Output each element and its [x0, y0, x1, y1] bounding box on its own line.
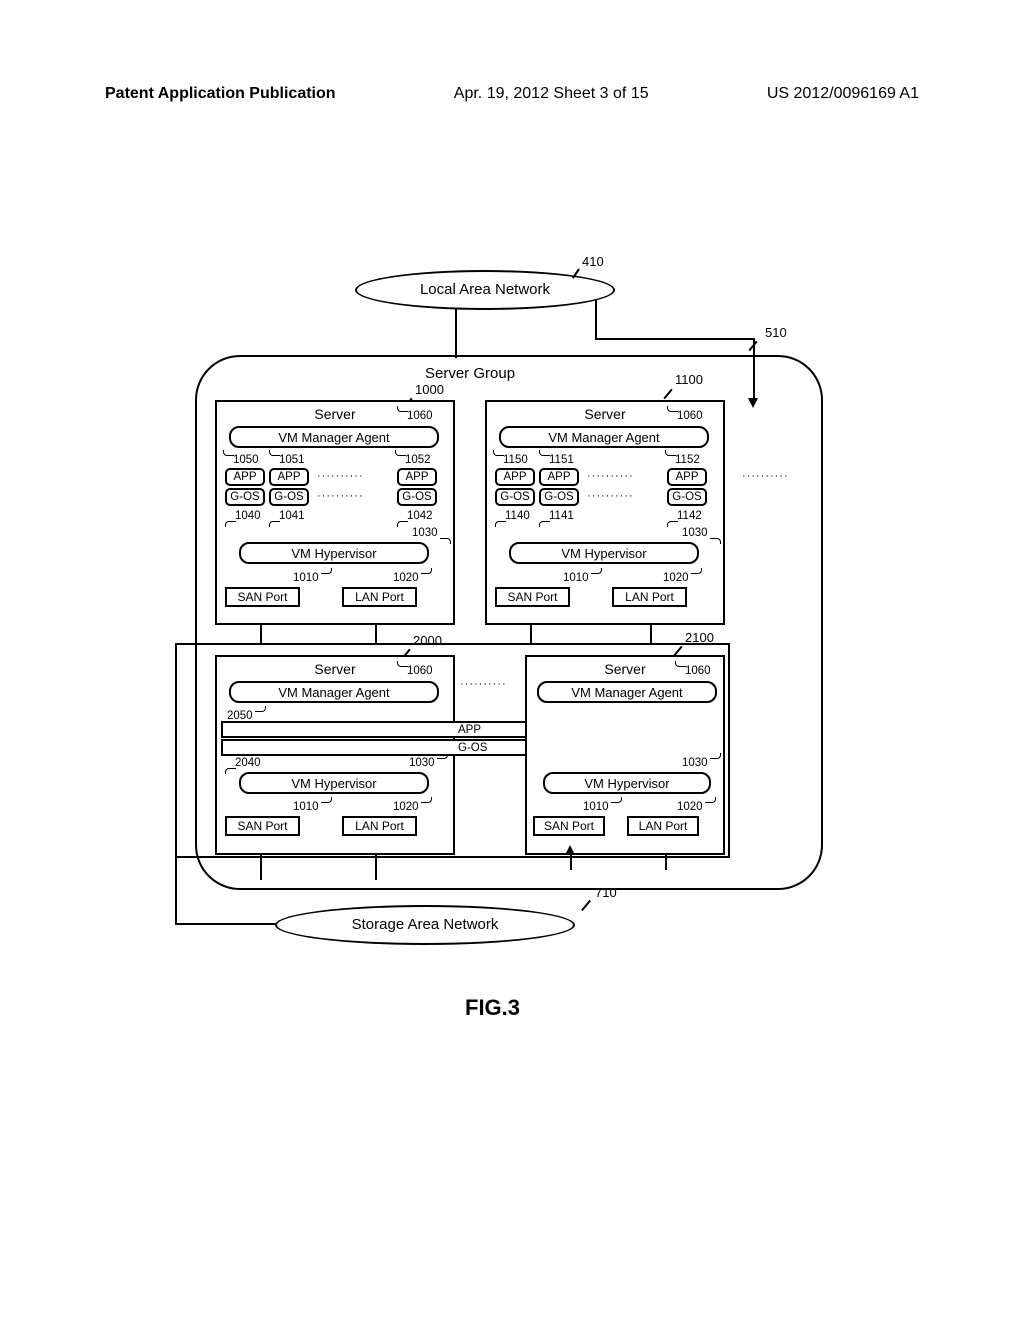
ref-2000: 2000 — [413, 633, 442, 648]
conn-lan-left — [455, 308, 457, 358]
ref-1100: 1100 — [675, 372, 703, 387]
dots-mid: ·········· — [460, 678, 507, 690]
ref-1020-d: 1020 — [677, 801, 703, 813]
ref-1020-b: 1020 — [663, 572, 689, 584]
ref-1052: 1052 — [405, 454, 431, 466]
ref-1051: 1051 — [279, 454, 305, 466]
vm-hyp-1000: VM Hypervisor — [239, 542, 429, 564]
gos-1042: G-OS — [397, 488, 437, 506]
lan-port-2000: LAN Port — [342, 816, 417, 836]
ref-1010-a: 1010 — [293, 572, 319, 584]
ref-1042: 1042 — [407, 510, 433, 522]
ref-1142: 1142 — [677, 510, 702, 522]
app-1050: APP — [225, 468, 265, 486]
ref-1000: 1000 — [415, 382, 444, 397]
san-port-1100: SAN Port — [495, 587, 570, 607]
ref-1020-a: 1020 — [393, 572, 419, 584]
vm-agent-1100: VM Manager Agent — [499, 426, 709, 448]
app-1152: APP — [667, 468, 707, 486]
server-1000: Server 1060 VM Manager Agent 1050 1051 1… — [215, 400, 455, 625]
san-oval: Storage Area Network — [275, 905, 575, 945]
conn-lan-right — [595, 300, 597, 340]
ref-1030-d: 1030 — [682, 757, 708, 769]
ref-1151: 1151 — [549, 454, 574, 466]
lan-port-1100: LAN Port — [612, 587, 687, 607]
ref-2100: 2100 — [685, 630, 714, 645]
dots-gos-a: ·········· — [317, 490, 364, 502]
ref-1060-a: 1060 — [407, 410, 433, 422]
ref-1030-b: 1030 — [682, 527, 708, 539]
dots-app-a: ·········· — [317, 470, 364, 482]
ref-410: 410 — [582, 254, 604, 269]
ref-1150: 1150 — [503, 454, 528, 466]
gos-1040: G-OS — [225, 488, 265, 506]
conn-lan-1100-v — [650, 625, 652, 645]
ref-1040: 1040 — [235, 510, 261, 522]
vm-agent-1000: VM Manager Agent — [229, 426, 439, 448]
ref-1050: 1050 — [233, 454, 259, 466]
san-label: Storage Area Network — [352, 916, 499, 933]
ref-1030-c: 1030 — [409, 757, 435, 769]
lan-port-1000: LAN Port — [342, 587, 417, 607]
ref-1060-b: 1060 — [677, 410, 703, 422]
conn-2100-san-a — [570, 855, 572, 870]
vm-hyp-2000: VM Hypervisor — [239, 772, 429, 794]
ref-1140: 1140 — [505, 510, 530, 522]
san-port-1000: SAN Port — [225, 587, 300, 607]
gos-1140: G-OS — [495, 488, 535, 506]
lan-label: Local Area Network — [420, 281, 550, 298]
vm-hyp-2100: VM Hypervisor — [543, 772, 711, 794]
san-port-2100: SAN Port — [533, 816, 605, 836]
gos-1141: G-OS — [539, 488, 579, 506]
conn-san-1000-v — [260, 625, 262, 645]
figure-label: FIG.3 — [465, 995, 520, 1021]
ref-1010-c: 1010 — [293, 801, 319, 813]
conn-san-1100-v — [530, 625, 532, 645]
ref-1141: 1141 — [549, 510, 574, 522]
app-1150: APP — [495, 468, 535, 486]
lan-oval: Local Area Network — [355, 270, 615, 310]
leader-710 — [581, 900, 591, 911]
vm-agent-2000: VM Manager Agent — [229, 681, 439, 703]
ref-1020-c: 1020 — [393, 801, 419, 813]
ref-1060-d: 1060 — [685, 665, 711, 677]
san-port-2000: SAN Port — [225, 816, 300, 836]
page-header: Patent Application Publication Apr. 19, … — [105, 85, 919, 103]
header-pub-number: US 2012/0096169 A1 — [767, 85, 919, 103]
server-2100: Server 1060 VM Manager Agent 1030 VM Hyp… — [525, 655, 725, 855]
lan-port-2100: LAN Port — [627, 816, 699, 836]
ref-510: 510 — [765, 325, 787, 340]
conn-2000-lan-a — [375, 855, 377, 880]
arrow-2100-san — [565, 845, 575, 855]
conn-left-down — [175, 858, 177, 925]
conn-2100-lan-a — [665, 855, 667, 870]
conn-lan-1000-v — [375, 625, 377, 645]
dots-top-right: ·········· — [742, 470, 789, 482]
dots-gos-b: ·········· — [587, 490, 634, 502]
server-1100: Server 1060 VM Manager Agent 1150 1151 1… — [485, 400, 725, 625]
conn-2000-san-a — [260, 855, 262, 880]
ref-710: 710 — [595, 885, 617, 900]
ref-1010-b: 1010 — [563, 572, 589, 584]
vm-hyp-1100: VM Hypervisor — [509, 542, 699, 564]
server-group-label: Server Group — [425, 365, 515, 382]
conn-left-across — [175, 923, 285, 925]
ref-1010-d: 1010 — [583, 801, 609, 813]
ref-1152: 1152 — [675, 454, 700, 466]
ref-1030-a: 1030 — [412, 527, 438, 539]
ref-2040: 2040 — [235, 757, 261, 769]
gos-1041: G-OS — [269, 488, 309, 506]
header-date-sheet: Apr. 19, 2012 Sheet 3 of 15 — [454, 85, 649, 103]
conn-lan-right-h — [595, 338, 755, 340]
app-1051: APP — [269, 468, 309, 486]
gos-1142: G-OS — [667, 488, 707, 506]
app-1052: APP — [397, 468, 437, 486]
dots-app-b: ·········· — [587, 470, 634, 482]
vm-agent-2100: VM Manager Agent — [537, 681, 717, 703]
app-1151: APP — [539, 468, 579, 486]
ref-1041: 1041 — [279, 510, 305, 522]
header-publication: Patent Application Publication — [105, 85, 336, 103]
ref-1060-c: 1060 — [407, 665, 433, 677]
